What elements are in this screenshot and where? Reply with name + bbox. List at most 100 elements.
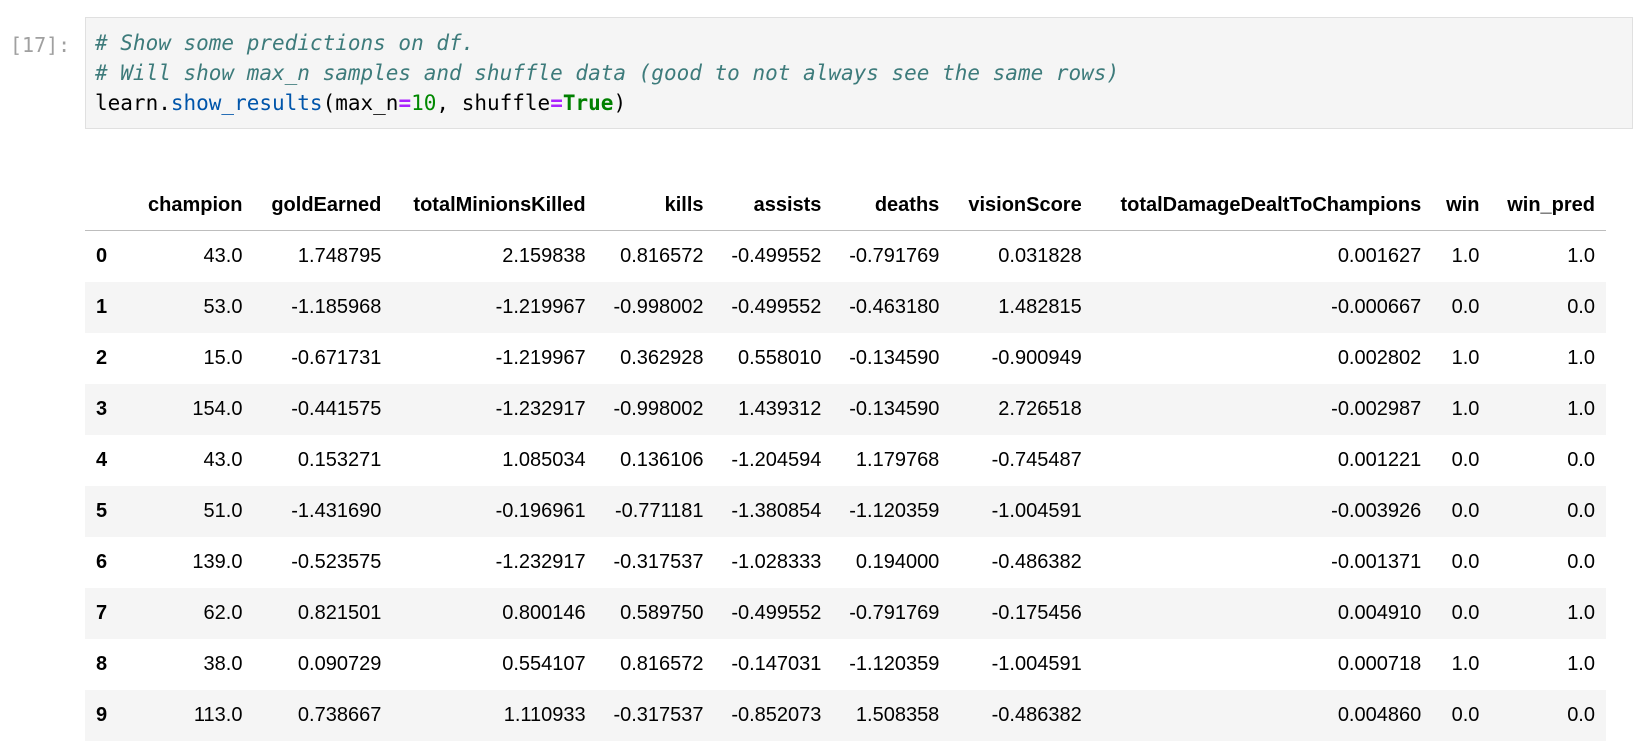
- row-index: 3: [96, 397, 108, 420]
- table-cell: 0.004860: [1337, 703, 1422, 726]
- table-cell: -0.441575: [291, 397, 382, 420]
- table-cell: -0.463180: [849, 295, 940, 318]
- table-cell: -0.998002: [613, 295, 704, 318]
- code-separator: ,: [436, 91, 462, 115]
- table-cell: 1.0: [1451, 397, 1480, 420]
- row-index: 0: [96, 244, 108, 267]
- table-cell: -0.003926: [1331, 499, 1422, 522]
- table-cell: 0.0: [1451, 295, 1480, 318]
- table-row: 3 154.0 -0.441575 -1.232917 -0.998002 1.43931…: [85, 383, 1606, 435]
- table-cell: -0.002987: [1331, 397, 1422, 420]
- table-cell: -0.001371: [1331, 550, 1422, 573]
- table-cell: -1.431690: [291, 499, 382, 522]
- table-row: 4 43.0 0.153271 1.085034 0.136106 -1.204594 1.…: [85, 434, 1606, 486]
- table-cell: 38.0: [203, 652, 243, 675]
- row-index: 2: [96, 346, 108, 369]
- column-header: totalDamageDealtToChampions: [1092, 180, 1433, 231]
- table-cell: -0.771181: [614, 499, 704, 522]
- table-cell: -1.120359: [849, 499, 940, 522]
- table-cell: 1.0: [1567, 652, 1595, 675]
- row-index: 9: [96, 703, 108, 726]
- table-cell: 0.0: [1567, 295, 1595, 318]
- code-keyword: True: [562, 91, 614, 115]
- table-cell: 0.004910: [1337, 601, 1422, 624]
- row-index: 1: [96, 295, 108, 318]
- column-header: kills: [596, 180, 715, 231]
- table-cell: 1.0: [1567, 346, 1595, 369]
- table-cell: 0.558010: [738, 346, 822, 369]
- results-table: champion goldEarned totalMinionsKilled kill…: [85, 180, 1606, 741]
- table-cell: 0.816572: [620, 244, 704, 267]
- column-header: win: [1432, 180, 1491, 231]
- table-cell: 62.0: [203, 601, 243, 624]
- column-header: visionScore: [950, 180, 1093, 231]
- table-cell: 1.439312: [738, 397, 822, 420]
- column-header: totalMinionsKilled: [392, 180, 597, 231]
- table-cell: 1.179768: [855, 448, 940, 471]
- table-cell: 2.159838: [502, 244, 586, 267]
- table-cell: 0.0: [1451, 448, 1480, 471]
- table-cell: 0.554107: [502, 652, 586, 675]
- table-cell: 0.816572: [620, 652, 704, 675]
- table-cell: -1.185968: [291, 295, 382, 318]
- table-cell: 0.362928: [620, 346, 704, 369]
- table-row: 0 43.0 1.748795 2.159838 0.816572 -0.499552 -0…: [85, 230, 1606, 282]
- table-cell: -0.147031: [731, 652, 822, 675]
- code-object: learn.: [95, 91, 171, 115]
- table-cell: 0.194000: [855, 550, 940, 573]
- table-row: 7 62.0 0.821501 0.800146 0.589750 -0.499552 -0…: [85, 587, 1606, 639]
- table-cell: 0.001627: [1337, 244, 1422, 267]
- table-cell: 1.508358: [855, 703, 940, 726]
- table-cell: -0.523575: [291, 550, 382, 573]
- table-cell: 0.153271: [297, 448, 382, 471]
- table-cell: 1.085034: [502, 448, 586, 471]
- code-line-1: # Show some predictions on df.: [95, 28, 1632, 58]
- table-cell: -1.028333: [731, 550, 822, 573]
- table-cell: 0.136106: [620, 448, 704, 471]
- code-cell-input[interactable]: # Show some predictions on df. # Will sho…: [85, 17, 1633, 129]
- table-cell: 0.090729: [297, 652, 382, 675]
- table-cell: 51.0: [203, 499, 243, 522]
- table-cell: 0.000718: [1337, 652, 1422, 675]
- code-function: show_results: [170, 91, 323, 115]
- table-cell: -0.499552: [731, 601, 822, 624]
- code-arg-name: max_n: [335, 91, 399, 115]
- table-cell: 1.748795: [297, 244, 382, 267]
- column-header: deaths: [832, 180, 951, 231]
- table-cell: 43.0: [203, 244, 243, 267]
- row-index: 6: [96, 550, 108, 573]
- code-paren: ): [613, 91, 627, 115]
- cell-prompt: [17]:: [10, 33, 71, 57]
- table-cell: 0.800146: [502, 601, 586, 624]
- table-cell: 139.0: [192, 550, 243, 573]
- table-cell: 1.0: [1567, 244, 1595, 267]
- table-row: 8 38.0 0.090729 0.554107 0.816572 -0.147031 -1…: [85, 638, 1606, 690]
- table-row: 1 53.0 -1.185968 -1.219967 -0.998002 -0.49955…: [85, 281, 1606, 333]
- table-cell: -0.499552: [731, 244, 822, 267]
- table-cell: -0.317537: [613, 703, 704, 726]
- table-cell: -0.486382: [991, 550, 1082, 573]
- table-cell: -0.745487: [991, 448, 1082, 471]
- column-header: goldEarned: [253, 180, 393, 231]
- table-cell: 0.0: [1451, 601, 1480, 624]
- table-cell: 1.0: [1451, 652, 1480, 675]
- table-row: 5 51.0 -1.431690 -0.196961 -0.771181 -1.38085…: [85, 485, 1606, 537]
- table-cell: 0.821501: [297, 601, 382, 624]
- table-cell: -0.791769: [849, 244, 940, 267]
- table-cell: -0.317537: [613, 550, 704, 573]
- code-comment: # Show some predictions on df.: [95, 31, 475, 55]
- table-cell: -0.499552: [731, 295, 822, 318]
- table-cell: -0.134590: [849, 346, 940, 369]
- code-line-2: # Will show max_n samples and shuffle da…: [95, 58, 1632, 88]
- code-operator: =: [398, 91, 412, 115]
- table-header-row: champion goldEarned totalMinionsKilled kill…: [85, 180, 1606, 231]
- index-header: [85, 180, 131, 231]
- table-cell: -1.219967: [495, 346, 586, 369]
- row-index: 5: [96, 499, 108, 522]
- table-cell: 1.0: [1451, 244, 1480, 267]
- code-comment: # Will show max_n samples and shuffle da…: [95, 61, 1120, 85]
- table-cell: 0.0: [1451, 550, 1480, 573]
- table-cell: 43.0: [203, 448, 243, 471]
- table-cell: -1.004591: [991, 499, 1082, 522]
- table-cell: -0.900949: [991, 346, 1082, 369]
